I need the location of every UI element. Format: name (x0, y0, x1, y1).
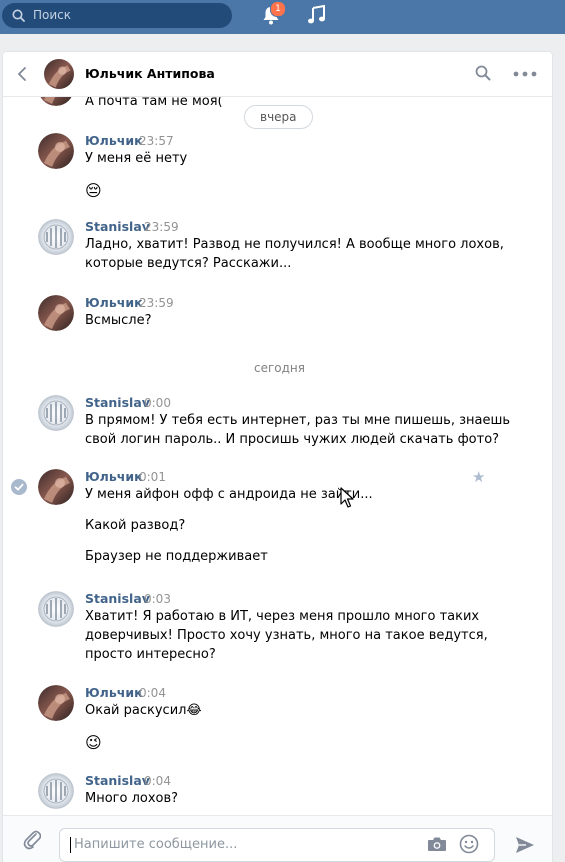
conversation-header: Юльчик Антипова (3, 52, 552, 97)
message-text: свой логин пароль.. И просишь чужих люде… (85, 432, 500, 447)
message-time[interactable]: 23:59 (144, 220, 179, 234)
message-time[interactable]: 0:04 (144, 774, 171, 788)
emoji: 😉 (85, 733, 102, 752)
message[interactable]: Stanislav 23:59 Ладно, хватит! Развод не… (3, 219, 552, 279)
avatar[interactable] (38, 219, 74, 255)
global-search-input[interactable]: Поиск (2, 3, 232, 28)
message-text: У меня айфон офф с андроида не зайти... (85, 487, 373, 502)
message-time[interactable]: 0:00 (144, 396, 171, 410)
message-time[interactable]: 0:03 (144, 592, 171, 606)
mouse-cursor-icon (340, 487, 354, 508)
message-text: доверчивых! Просто хочу узнать, много на… (85, 628, 488, 643)
message-text: Хватит! Я работаю в ИТ, через меня прошл… (85, 609, 480, 624)
message[interactable]: Stanislav 0:03 Хватит! Я работаю в ИТ, ч… (3, 591, 552, 671)
emoji-icon[interactable] (459, 834, 479, 854)
star-icon[interactable]: ★ (472, 468, 485, 486)
message-text: Браузер не поддерживает (85, 549, 268, 564)
conversation-title[interactable]: Юльчик Антипова (85, 66, 215, 81)
message-text: Ладно, хватит! Развод не получился! А во… (85, 237, 504, 252)
avatar[interactable] (38, 685, 74, 721)
message-text: Много лохов? (85, 791, 179, 806)
avatar[interactable] (38, 295, 74, 331)
back-arrow-icon[interactable] (17, 66, 27, 82)
message-author[interactable]: Юльчик (85, 685, 143, 700)
text-caret (70, 837, 71, 853)
message-time[interactable]: 0:01 (139, 470, 166, 484)
message-text: В прямом! У тебя есть интернет, раз ты м… (85, 413, 511, 428)
message-text: которые ведутся? Расскажи... (85, 256, 292, 271)
search-icon[interactable] (475, 65, 491, 81)
message-author[interactable]: Stanislav (85, 395, 150, 410)
message-text: Окай раскусил😂 (85, 703, 202, 718)
more-icon[interactable] (513, 71, 537, 77)
message-time[interactable]: 23:57 (139, 134, 174, 148)
avatar[interactable] (38, 591, 74, 627)
emoji: 😔 (85, 181, 102, 200)
music-icon[interactable] (307, 5, 327, 25)
check-icon[interactable] (11, 479, 27, 495)
message-history[interactable]: А почта там не моя( вчера Юльчик 23:57 У… (3, 97, 552, 815)
message-author[interactable]: Stanislav (85, 773, 150, 788)
attach-icon[interactable] (23, 828, 41, 850)
composer: Напишите сообщение... (3, 815, 552, 862)
message-author[interactable]: Юльчик (85, 469, 143, 484)
top-bar: Поиск 1 (0, 0, 565, 34)
message[interactable]: Stanislav 0:00 В прямом! У тебя есть инт… (3, 395, 552, 455)
message-time[interactable]: 0:04 (139, 686, 166, 700)
message-author[interactable]: Stanislav (85, 591, 150, 606)
avatar[interactable] (38, 133, 74, 169)
avatar[interactable] (38, 97, 74, 106)
message[interactable]: Юльчик 23:59 Всмысле? (3, 295, 552, 335)
message-text: просто интересно? (85, 647, 216, 662)
avatar[interactable] (44, 59, 74, 89)
date-separator: вчера (244, 105, 313, 129)
message-text: Какой развод? (85, 518, 186, 533)
conversation-panel: Юльчик Антипова А почта там не моя( вчер… (3, 52, 552, 862)
message[interactable]: Юльчик 0:04 Окай раскусил😂 😉 (3, 685, 552, 752)
message[interactable]: Stanislav 0:04 Много лохов? (3, 773, 552, 813)
message-input-placeholder: Напишите сообщение... (74, 837, 238, 852)
message-text: У меня её нету (85, 151, 188, 166)
search-placeholder: Поиск (33, 8, 72, 22)
search-icon (12, 9, 25, 22)
notifications-badge: 1 (270, 1, 286, 17)
message-text: А почта там не моя( (85, 97, 223, 109)
avatar[interactable] (38, 773, 74, 809)
message-text: Всмысле? (85, 313, 152, 328)
message[interactable]: Юльчик 23:57 У меня её нету 😔 (3, 133, 552, 203)
date-separator: сегодня (254, 361, 305, 375)
camera-icon[interactable] (427, 836, 447, 852)
message-author[interactable]: Юльчик (85, 295, 143, 310)
message-author[interactable]: Юльчик (85, 133, 143, 148)
message-author[interactable]: Stanislav (85, 219, 150, 234)
avatar[interactable] (38, 395, 74, 431)
avatar[interactable] (38, 469, 74, 505)
message-time[interactable]: 23:59 (139, 296, 174, 310)
send-icon[interactable] (515, 836, 535, 854)
message-selected[interactable]: Юльчик 0:01 ★ У меня айфон офф с андроид… (3, 468, 552, 565)
